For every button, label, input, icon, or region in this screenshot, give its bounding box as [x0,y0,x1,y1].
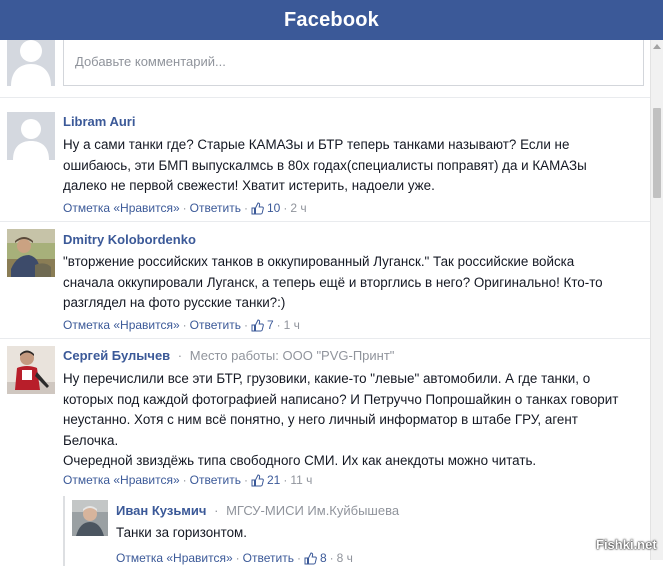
comment-text: "вторжение российских танков в оккупиров… [63,252,643,314]
thumbs-up-icon [251,201,264,214]
like-link[interactable]: Отметка «Нравится» [63,473,180,487]
like-link[interactable]: Отметка «Нравится» [63,318,180,332]
like-count[interactable]: 7 [251,318,274,332]
watermark: Fishki.net [596,537,657,552]
divider [0,338,650,339]
author-workplace: Место работы: ООО "PVG-Принт" [189,348,395,363]
comment-time[interactable]: 1 ч [284,318,300,332]
comment-author-link[interactable]: Libram Auri [63,114,135,129]
like-link[interactable]: Отметка «Нравится» [63,201,180,215]
like-count-value: 7 [266,318,274,332]
thumbs-up-icon [304,551,317,564]
comment-time[interactable]: 8 ч [337,551,353,565]
like-count-value: 21 [266,473,281,487]
like-count[interactable]: 8 [304,551,327,565]
comment-text-line: сначала оккупировали Луганск, а теперь е… [63,274,603,290]
separator: · [235,551,240,565]
separator: · [182,318,187,332]
comment-time[interactable]: 2 ч [290,201,306,215]
separator: · [329,551,334,565]
reply-author-link[interactable]: Иван Кузьмич · МГСУ-МИСИ Им.Куйбышева [116,503,399,518]
comment-actions: Отметка «Нравится» · Ответить · 7 · 1 ч [63,318,300,332]
scrollbar-thumb[interactable] [653,108,661,198]
user-photo [7,346,55,394]
current-user-avatar [7,40,55,86]
comment-text-line: далеко не первой свежести! Хватит истери… [63,178,435,193]
like-count[interactable]: 10 [251,201,280,215]
comment-input[interactable]: Добавьте комментарий... [63,40,644,86]
separator: · [296,551,301,565]
reply-link[interactable]: Ответить [243,551,294,565]
comment-text-line: разглядел на фото русские танки?:) [63,295,286,310]
like-link[interactable]: Отметка «Нравится» [116,551,233,565]
separator: · [283,473,288,487]
comment-text-line: "вторжение российских танков в оккупиров… [63,254,575,269]
reply-link[interactable]: Ответить [190,318,241,332]
separator: · [214,503,219,518]
divider [0,97,650,98]
separator: · [276,318,281,332]
reply-link[interactable]: Ответить [190,201,241,215]
user-photo [72,500,108,536]
comment-text-line: Ну перечислили все эти БТР, грузовики, к… [63,371,591,386]
comment-author-link[interactable]: Dmitry Kolobordenko [63,232,196,247]
separator: · [243,201,248,215]
app-title: Facebook [284,8,379,31]
separator: · [283,201,288,215]
like-count-value: 8 [319,551,327,565]
comment-actions: Отметка «Нравится» · Ответить · 10 · 2 ч [63,201,307,215]
author-name[interactable]: Dmitry Kolobordenko [63,232,196,247]
reply-actions: Отметка «Нравится» · Ответить · 8 · 8 ч [116,551,353,565]
user-photo [7,229,55,277]
comment-text-line: ошибаюсь, эти БМП выпускалмсь в 80х года… [63,157,587,173]
like-count[interactable]: 21 [251,473,280,487]
author-workplace: МГСУ-МИСИ Им.Куйбышева [226,503,400,518]
thumbs-up-icon [251,473,264,486]
divider [0,221,650,222]
comment-time[interactable]: 11 ч [290,473,312,487]
reply-thread-line [63,496,65,566]
separator: · [182,201,187,215]
author-name[interactable]: Libram Auri [63,114,135,129]
default-avatar-icon [7,40,55,86]
reply-avatar[interactable] [72,500,108,536]
comment-text-line: неустанно. Хотя с ним всё понятно, у нег… [63,412,578,427]
comment-text-line: Очередной звиздёжь типа свободного СМИ. … [63,453,537,468]
comment-text: Ну а сами танки где? Старые КАМАЗы и БТР… [63,135,643,197]
comment-input-placeholder: Добавьте комментарий... [75,54,226,69]
comment-actions: Отметка «Нравится» · Ответить · 21 · 11 … [63,473,312,487]
comment-avatar[interactable] [7,346,55,394]
separator: · [243,473,248,487]
comment-text-line: Танки за горизонтом. [116,525,247,540]
comment-text: Ну перечислили все эти БТР, грузовики, к… [63,369,643,472]
comment-avatar[interactable] [7,112,55,160]
thumbs-up-icon [251,318,264,331]
comment-text-line: Ну а сами танки где? Старые КАМАЗы и БТР… [63,137,570,152]
reply-link[interactable]: Ответить [190,473,241,487]
scroll-up-arrow-icon[interactable] [653,44,661,49]
author-name[interactable]: Сергей Булычев [63,348,170,363]
comment-text-line: которых под каждой фотографией написано?… [63,391,619,407]
author-name[interactable]: Иван Кузьмич [116,503,206,518]
vertical-scrollbar[interactable] [650,40,663,560]
separator: · [182,473,187,487]
comment-author-link[interactable]: Сергей Булычев · Место работы: ООО "PVG-… [63,348,394,363]
like-count-value: 10 [266,201,281,215]
header-bar: Facebook [0,0,663,40]
default-avatar-icon [7,112,55,160]
comment-avatar[interactable] [7,229,55,277]
separator: · [177,348,183,363]
separator: · [243,318,248,332]
comment-text-line: Белочка. [63,432,119,448]
reply-text: Танки за горизонтом. [116,523,636,544]
